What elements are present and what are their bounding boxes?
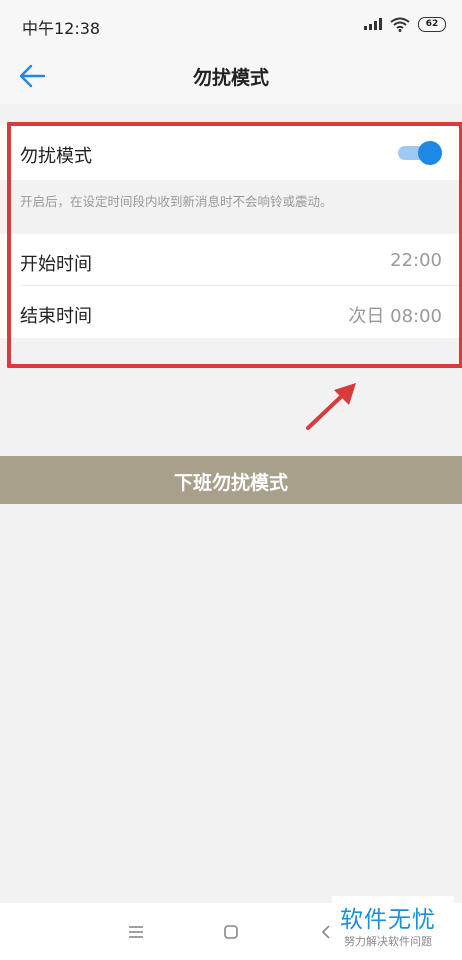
- status-icons: 62: [364, 14, 446, 34]
- wifi-icon: [390, 17, 410, 32]
- status-time: 中午12:38: [22, 19, 101, 38]
- page-title: 勿扰模式: [192, 67, 269, 89]
- home-icon[interactable]: [223, 924, 239, 940]
- highlight-box: [7, 122, 462, 368]
- watermark-subtitle: 努力解决软件问题: [344, 935, 432, 948]
- watermark: 软件无忧 努力解决软件问题: [332, 896, 454, 954]
- watermark-title: 软件无忧: [340, 907, 436, 933]
- menu-icon[interactable]: [128, 925, 144, 939]
- back-icon[interactable]: [320, 924, 332, 940]
- battery-icon: 62: [418, 16, 446, 32]
- annotation-arrow-icon: [306, 383, 356, 430]
- caption-text: 下班勿扰模式: [173, 472, 288, 494]
- caption-banner: 下班勿扰模式: [0, 456, 462, 504]
- app-bar: 勿扰模式: [0, 48, 462, 104]
- signal-icon: [364, 18, 382, 30]
- status-bar: 中午12:38 62: [0, 0, 462, 48]
